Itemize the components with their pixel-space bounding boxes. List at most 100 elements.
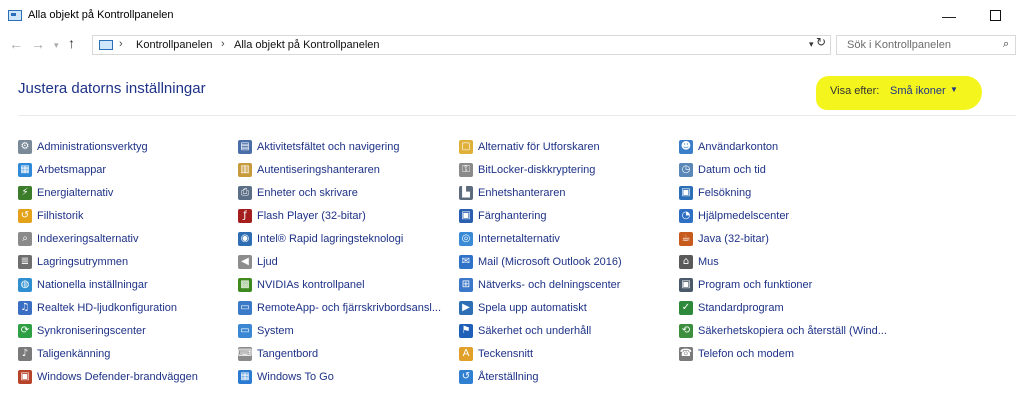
- address-bar[interactable]: › Kontrollpanelen › Alla objekt på Kontr…: [92, 35, 831, 55]
- item-label: NVIDIAs kontrollpanel: [257, 279, 365, 291]
- close-button[interactable]: ✕: [1006, 0, 1016, 32]
- control-panel-item-flash-player-32-bitar[interactable]: ƒ Flash Player (32-bitar): [238, 209, 441, 233]
- control-panel-item-realtek-hd-ljudkonfiguration[interactable]: ♫ Realtek HD-ljudkonfiguration: [18, 301, 198, 325]
- control-panel-item-hjalpmedelscenter[interactable]: ◔ Hjälpmedelscenter: [679, 209, 887, 233]
- color-management-icon: ▣: [459, 209, 473, 223]
- control-panel-item-arbetsmappar[interactable]: ▦ Arbetsmappar: [18, 163, 198, 187]
- control-panel-item-sakerhetskopiera-och-aterstall-wind[interactable]: ⟲ Säkerhetskopiera och återställ (Wind...: [679, 324, 887, 348]
- item-label: Alternativ för Utforskaren: [478, 141, 600, 153]
- control-panel-item-administrationsverktyg[interactable]: ⚙ Administrationsverktyg: [18, 140, 198, 164]
- item-label: Standardprogram: [698, 302, 784, 314]
- search-input[interactable]: Sök i Kontrollpanelen ⌕: [836, 35, 1016, 55]
- control-panel-item-windows-defender-brandvaggen[interactable]: ▣ Windows Defender-brandväggen: [18, 370, 198, 394]
- control-panel-item-java-32-bitar[interactable]: ☕ Java (32-bitar): [679, 232, 887, 256]
- breadcrumb-separator-icon[interactable]: ›: [221, 38, 225, 50]
- control-panel-item-mail-microsoft-outlook-2016[interactable]: ✉ Mail (Microsoft Outlook 2016): [459, 255, 622, 279]
- control-panel-item-aktivitetsfaltet-och-navigering[interactable]: ▤ Aktivitetsfältet och navigering: [238, 140, 441, 164]
- control-panel-item-sakerhet-och-underhall[interactable]: ⚑ Säkerhet och underhåll: [459, 324, 622, 348]
- item-label: Återställning: [478, 371, 539, 383]
- control-panel-item-farghantering[interactable]: ▣ Färghantering: [459, 209, 622, 233]
- control-panel-item-natverks-och-delningscenter[interactable]: ⊞ Nätverks- och delningscenter: [459, 278, 622, 302]
- breadcrumb-control-panel[interactable]: Kontrollpanelen: [136, 39, 212, 51]
- items-column-2: ▤ Aktivitetsfältet och navigering ▥ Autenti…: [238, 140, 442, 394]
- address-row: ← → ▾ ↑ › Kontrollpanelen › Alla objekt …: [0, 33, 1016, 57]
- region-icon: ◍: [18, 278, 32, 292]
- control-panel-item-synkroniseringscenter[interactable]: ⟳ Synkroniseringscenter: [18, 324, 198, 348]
- item-label: Spela upp automatiskt: [478, 302, 587, 314]
- control-panel-item-program-och-funktioner[interactable]: ▣ Program och funktioner: [679, 278, 887, 302]
- view-by-control[interactable]: Visa efter: Små ikoner ▼: [816, 76, 982, 110]
- phone-modem-icon: ☎: [679, 347, 693, 361]
- control-panel-item-indexeringsalternativ[interactable]: ⌕ Indexeringsalternativ: [18, 232, 198, 256]
- control-panel-item-enhetshanteraren[interactable]: ▙ Enhetshanteraren: [459, 186, 622, 210]
- control-panel-item-standardprogram[interactable]: ✓ Standardprogram: [679, 301, 887, 325]
- view-by-dropdown[interactable]: Små ikoner: [890, 85, 946, 97]
- items-column-1: ⚙ Administrationsverktyg ▦ Arbetsmappar ⚡ Ene…: [18, 140, 198, 394]
- programs-features-icon: ▣: [679, 278, 693, 292]
- control-panel-item-remoteapp-och-fjarrskrivbordsansl[interactable]: ▭ RemoteApp- och fjärrskrivbordsansl...: [238, 301, 442, 325]
- control-panel-item-enheter-och-skrivare[interactable]: ⎙ Enheter och skrivare: [238, 186, 441, 210]
- control-panel-item-system[interactable]: ▭ System: [238, 324, 441, 348]
- troubleshooting-icon: ▣: [679, 186, 693, 200]
- speech-recognition-icon: ♪: [18, 347, 32, 361]
- control-panel-item-ljud[interactable]: ◀ Ljud: [238, 255, 441, 279]
- control-panel-item-spela-upp-automatiskt[interactable]: ▶ Spela upp automatiskt: [459, 301, 622, 325]
- control-panel-item-felsokning[interactable]: ▣ Felsökning: [679, 186, 887, 210]
- up-arrow-icon[interactable]: ↑: [68, 35, 75, 51]
- control-panel-item-intel-rapid-lagringsteknologi[interactable]: ◉ Intel® Rapid lagringsteknologi: [238, 232, 441, 256]
- items-column-3: ▢ Alternativ för Utforskaren ⚿ BitLocker-di…: [459, 140, 622, 394]
- forward-arrow-icon[interactable]: →: [31, 36, 45, 52]
- control-panel-item-alternativ-for-utforskaren[interactable]: ▢ Alternativ för Utforskaren: [459, 140, 622, 164]
- control-panel-item-internetalternativ[interactable]: ◎ Internetalternativ: [459, 232, 622, 256]
- sound-icon: ◀: [238, 255, 252, 269]
- control-panel-item-taligenkanning[interactable]: ♪ Taligenkänning: [18, 347, 198, 371]
- control-panel-item-teckensnitt[interactable]: A Teckensnitt: [459, 347, 622, 371]
- title-bar: Alla objekt på Kontrollpanelen — ✕: [0, 0, 1016, 32]
- item-label: Intel® Rapid lagringsteknologi: [257, 233, 404, 245]
- control-panel-item-autentiseringshanteraren[interactable]: ▥ Autentiseringshanteraren: [238, 163, 441, 187]
- control-panel-item-energialternativ[interactable]: ⚡ Energialternativ: [18, 186, 198, 210]
- item-label: BitLocker-diskkryptering: [478, 164, 596, 176]
- minimize-button[interactable]: —: [926, 0, 972, 32]
- back-arrow-icon[interactable]: ←: [9, 36, 23, 52]
- firewall-icon: ▣: [18, 370, 32, 384]
- storage-spaces-icon: ≣: [18, 255, 32, 269]
- breadcrumb-all-items[interactable]: Alla objekt på Kontrollpanelen: [234, 39, 380, 51]
- window-title: Alla objekt på Kontrollpanelen: [28, 9, 174, 21]
- taskbar-icon: ▤: [238, 140, 252, 154]
- explorer-options-icon: ▢: [459, 140, 473, 154]
- control-panel-location-icon: [99, 40, 113, 50]
- control-panel-item-mus[interactable]: ⌂ Mus: [679, 255, 887, 279]
- control-panel-item-telefon-och-modem[interactable]: ☎ Telefon och modem: [679, 347, 887, 371]
- search-icon[interactable]: ⌕: [1003, 38, 1009, 51]
- control-panel-item-aterstallning[interactable]: ↺ Återställning: [459, 370, 622, 394]
- control-panel-item-windows-to-go[interactable]: ▦ Windows To Go: [238, 370, 441, 394]
- recent-locations-chevron-icon[interactable]: ▾: [54, 40, 59, 51]
- control-panel-item-datum-och-tid[interactable]: ◷ Datum och tid: [679, 163, 887, 187]
- dropdown-caret-icon[interactable]: ▼: [950, 85, 958, 94]
- control-panel-item-bitlocker-diskkryptering[interactable]: ⚿ BitLocker-diskkryptering: [459, 163, 622, 187]
- default-programs-icon: ✓: [679, 301, 693, 315]
- item-label: Nätverks- och delningscenter: [478, 279, 621, 291]
- control-panel-item-nvidias-kontrollpanel[interactable]: ▩ NVIDIAs kontrollpanel: [238, 278, 441, 302]
- item-label: Enhetshanteraren: [478, 187, 566, 199]
- view-by-label: Visa efter:: [830, 85, 880, 97]
- control-panel-item-nationella-installningar[interactable]: ◍ Nationella inställningar: [18, 278, 198, 302]
- control-panel-item-anvandarkonton[interactable]: ☻ Användarkonton: [679, 140, 887, 164]
- control-panel-item-filhistorik[interactable]: ↺ Filhistorik: [18, 209, 198, 233]
- item-label: Tangentbord: [257, 348, 319, 360]
- address-dropdown-chevron-icon[interactable]: ▾: [809, 39, 814, 50]
- refresh-icon[interactable]: ↻: [816, 35, 826, 49]
- internet-options-icon: ◎: [459, 232, 473, 246]
- item-label: RemoteApp- och fjärrskrivbordsansl...: [257, 302, 442, 314]
- control-panel-item-lagringsutrymmen[interactable]: ≣ Lagringsutrymmen: [18, 255, 198, 279]
- page-title: Justera datorns inställningar: [18, 80, 206, 97]
- java-icon: ☕: [679, 232, 693, 246]
- item-label: Mus: [698, 256, 719, 268]
- breadcrumb-separator-icon[interactable]: ›: [119, 38, 123, 50]
- network-center-icon: ⊞: [459, 278, 473, 292]
- maximize-icon: [989, 10, 1001, 22]
- item-label: Administrationsverktyg: [37, 141, 148, 153]
- control-panel-item-tangentbord[interactable]: ⌨ Tangentbord: [238, 347, 441, 371]
- item-label: Windows To Go: [257, 371, 334, 383]
